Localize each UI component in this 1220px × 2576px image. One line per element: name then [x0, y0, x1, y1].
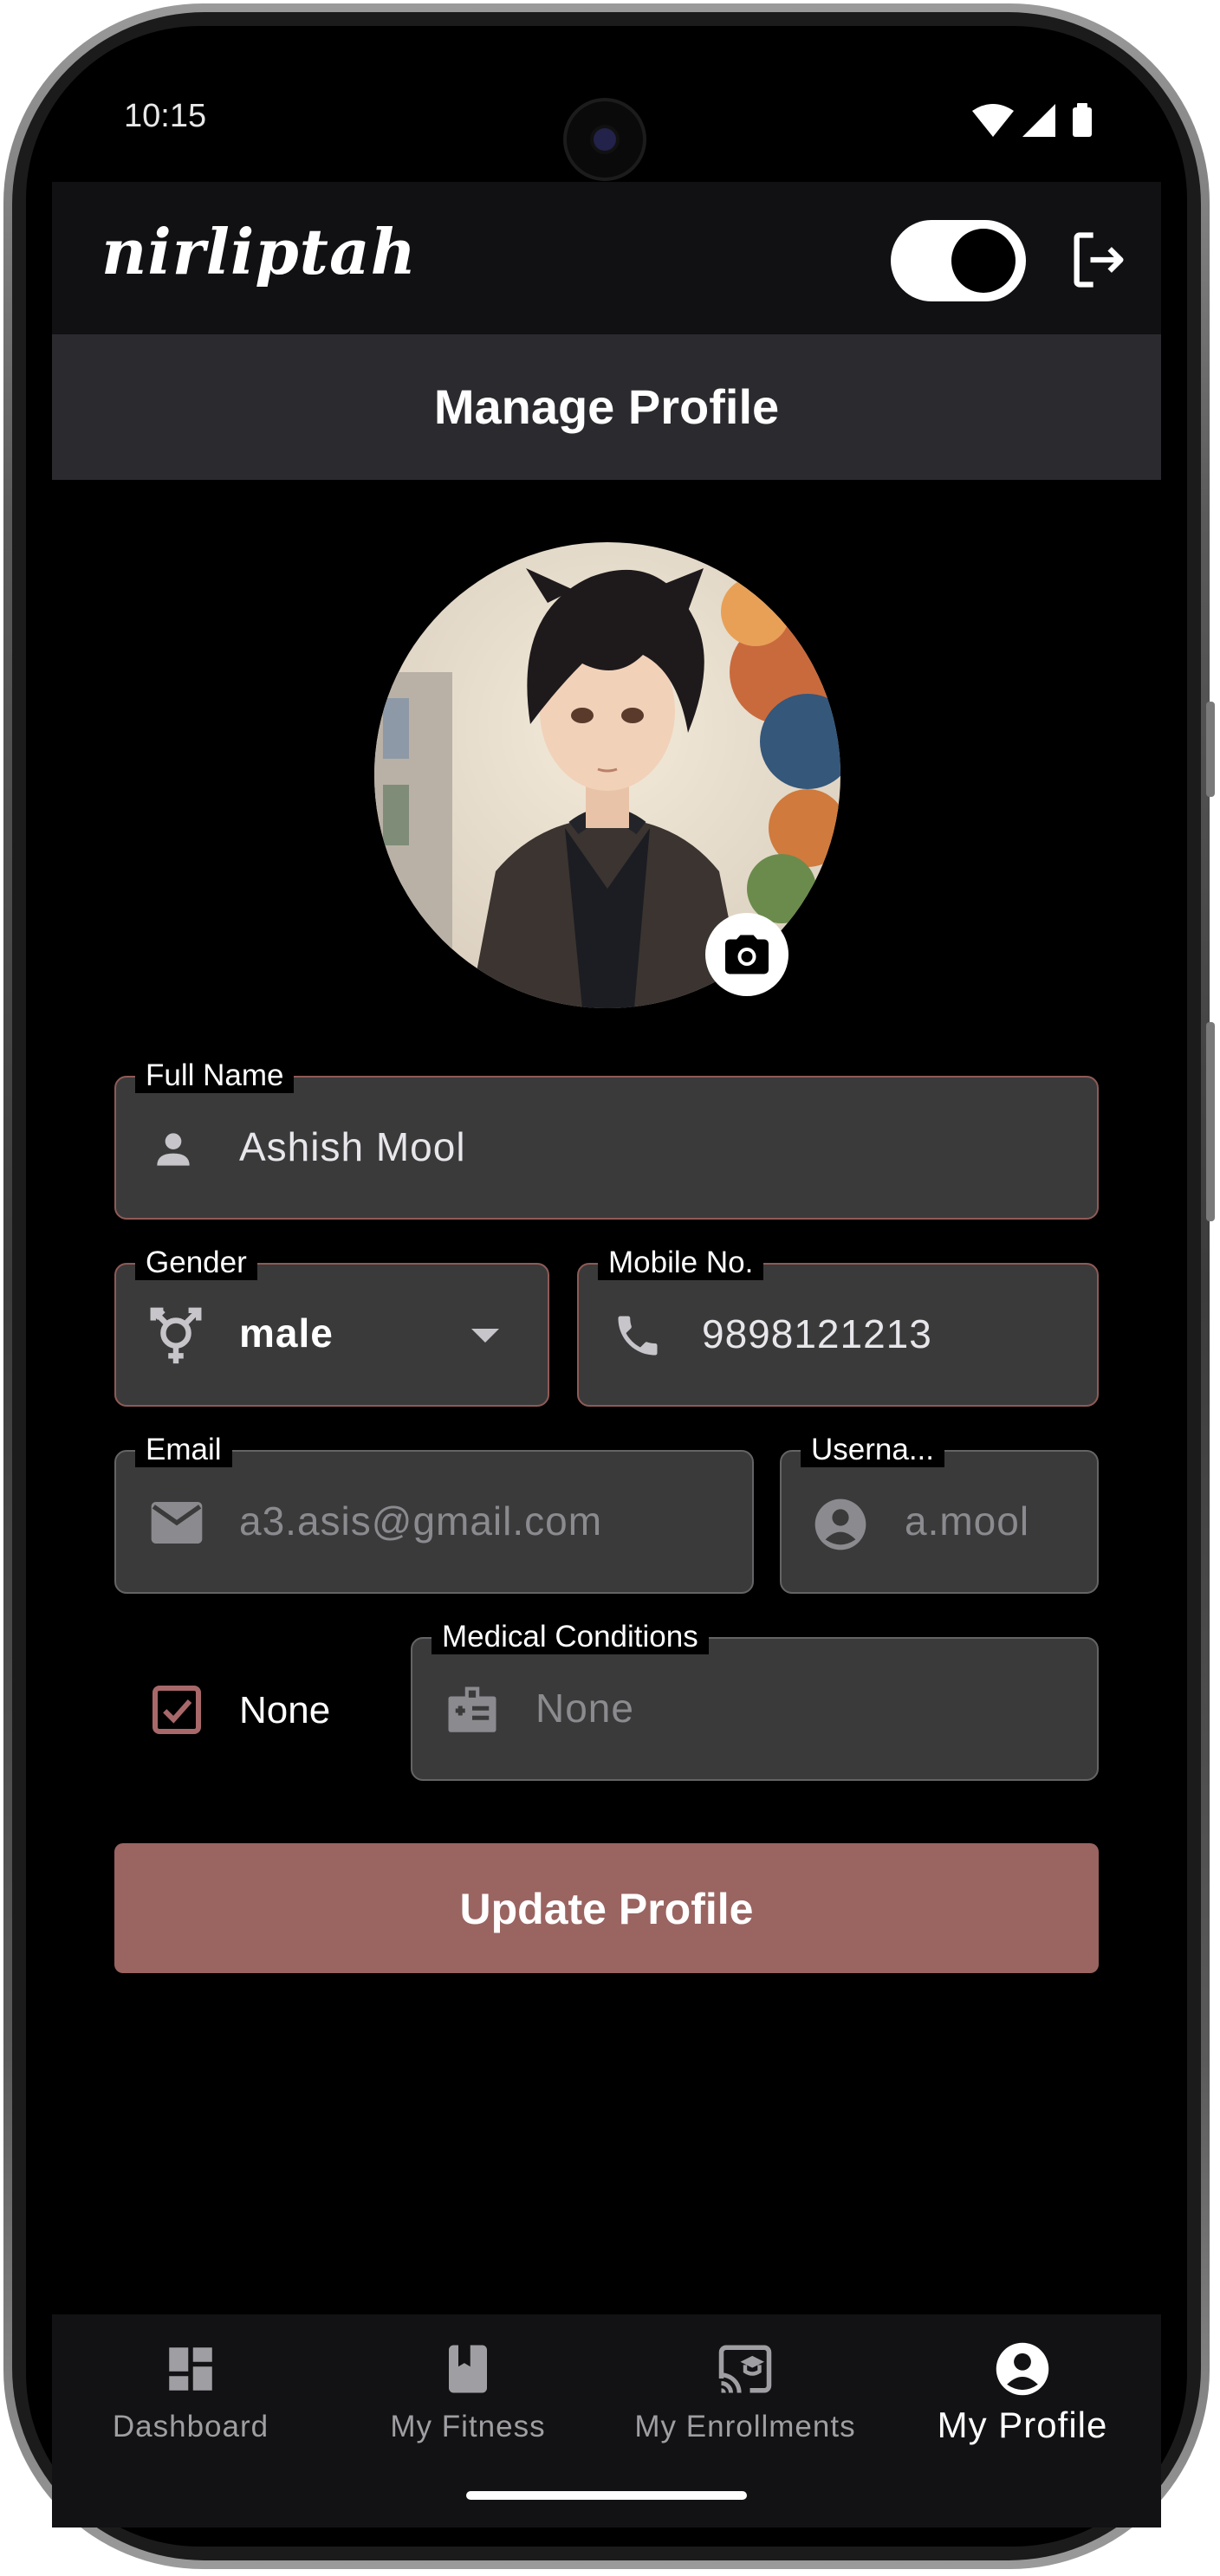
nav-my-profile-label: My Profile — [937, 2404, 1108, 2445]
username-value: a.mool — [905, 1498, 1030, 1544]
change-photo-button[interactable] — [705, 913, 788, 996]
account-circle-icon — [996, 2342, 1049, 2396]
transgender-icon — [150, 1307, 202, 1364]
cast-for-education-icon — [718, 2345, 772, 2393]
full-name-label: Full Name — [135, 1058, 295, 1093]
medical-conditions-field: Medical Conditions None — [411, 1620, 1099, 1781]
nav-dashboard-label: Dashboard — [112, 2410, 269, 2443]
wifi-icon — [972, 104, 1014, 137]
person-icon — [157, 1133, 190, 1166]
medical-conditions-value: None — [535, 1686, 634, 1731]
logout-icon[interactable] — [1066, 227, 1132, 293]
mobile-value: 9898121213 — [702, 1311, 932, 1356]
gender-value: male — [239, 1311, 334, 1356]
full-name-value: Ashish Mool — [239, 1124, 466, 1169]
email-value: a3.asis@gmail.com — [239, 1498, 603, 1544]
status-time: 10:15 — [124, 98, 207, 134]
gender-dropdown[interactable]: Gender male — [114, 1246, 549, 1407]
signal-icon — [1022, 104, 1055, 137]
full-name-field[interactable]: Full Name Ashish Mool — [114, 1058, 1099, 1220]
username-label: Userna... — [801, 1433, 944, 1467]
nav-my-profile[interactable]: My Profile — [884, 2314, 1161, 2488]
medical-information-icon — [448, 1686, 496, 1732]
nav-my-fitness-label: My Fitness — [390, 2410, 546, 2443]
page-title: Manage Profile — [433, 379, 780, 434]
update-profile-button[interactable]: Update Profile — [114, 1843, 1099, 1973]
home-indicator[interactable] — [466, 2491, 747, 2500]
status-icons — [972, 103, 1092, 137]
medical-conditions-label: Medical Conditions — [432, 1620, 709, 1654]
mail-icon — [151, 1502, 203, 1544]
nav-dashboard[interactable]: Dashboard — [52, 2314, 329, 2488]
theme-toggle[interactable] — [891, 220, 1026, 301]
none-checkbox-label: None — [239, 1689, 331, 1731]
email-label: Email — [135, 1433, 232, 1467]
book-icon — [449, 2345, 487, 2393]
volume-button — [1206, 702, 1215, 797]
email-field: Email a3.asis@gmail.com — [114, 1433, 754, 1594]
chevron-down-icon — [471, 1329, 499, 1343]
none-checkbox[interactable] — [151, 1684, 203, 1736]
power-button — [1206, 1022, 1215, 1221]
dashboard-icon — [169, 2347, 212, 2391]
camera-lens — [594, 128, 616, 151]
phone-icon — [618, 1316, 658, 1356]
account-circle-icon — [814, 1498, 866, 1550]
toggle-knob — [951, 229, 1016, 293]
nav-my-enrollments[interactable]: My Enrollments — [607, 2314, 884, 2488]
app-logo: nirliptah — [101, 215, 417, 288]
mobile-label: Mobile No. — [598, 1246, 764, 1280]
username-field: Userna... a.mool — [780, 1433, 1099, 1594]
camera-icon — [725, 935, 769, 974]
nav-my-enrollments-label: My Enrollments — [634, 2410, 856, 2443]
battery-icon — [1073, 103, 1092, 137]
gender-label: Gender — [135, 1246, 257, 1280]
mobile-field[interactable]: Mobile No. 9898121213 — [577, 1246, 1099, 1407]
nav-my-fitness[interactable]: My Fitness — [329, 2314, 607, 2488]
front-camera — [563, 98, 646, 181]
